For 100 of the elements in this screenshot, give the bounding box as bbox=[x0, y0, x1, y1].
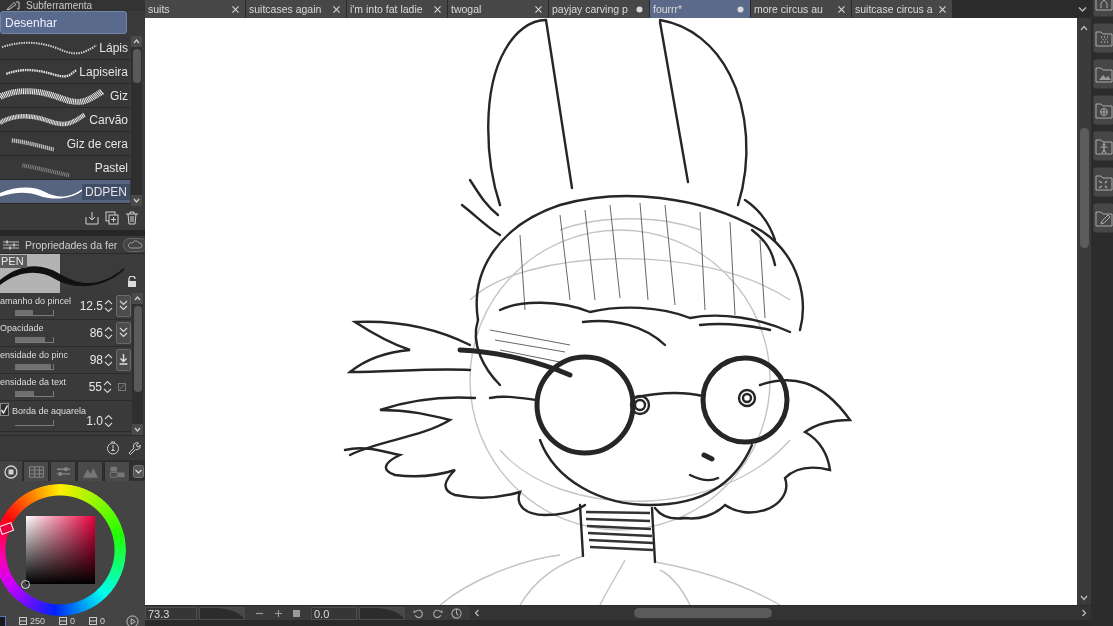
chevron-down-icon[interactable] bbox=[1079, 594, 1089, 602]
dot-icon[interactable] bbox=[636, 5, 643, 13]
color-swatch-icon[interactable] bbox=[0, 615, 6, 626]
document-tab[interactable]: i'm into fat ladie bbox=[347, 0, 448, 18]
palette-grid-icon bbox=[109, 465, 125, 478]
document-tab[interactable]: suits bbox=[145, 0, 246, 18]
property-label: Opacidade bbox=[0, 323, 45, 334]
close-icon[interactable] bbox=[434, 5, 441, 13]
zoom-field[interactable]: 73.3 bbox=[145, 606, 197, 620]
checkbox[interactable] bbox=[0, 403, 9, 416]
arrows-folder-icon[interactable] bbox=[1093, 167, 1113, 197]
download-icon[interactable] bbox=[116, 349, 131, 371]
grid-icon bbox=[28, 465, 44, 478]
color-panel-tab[interactable] bbox=[23, 461, 49, 481]
subtool-group-button[interactable]: Desenhar bbox=[0, 11, 127, 34]
chevron-up-icon[interactable] bbox=[131, 36, 142, 47]
panel-title: Subferramenta bbox=[26, 0, 93, 11]
property-label: Borda de aquarela bbox=[12, 406, 86, 417]
color-panel-tab[interactable] bbox=[0, 461, 22, 481]
wrench-icon[interactable] bbox=[127, 441, 141, 455]
scrollbar-track[interactable] bbox=[1077, 18, 1091, 605]
readout-value: 0 bbox=[70, 616, 76, 626]
close-icon[interactable] bbox=[535, 5, 542, 13]
panel-title: Propriedades da fer bbox=[25, 238, 118, 251]
play-icon[interactable] bbox=[126, 614, 139, 626]
document-tab[interactable]: fourrr* bbox=[650, 0, 751, 18]
close-icon[interactable] bbox=[333, 5, 340, 13]
rotate-right-icon[interactable] bbox=[432, 607, 443, 619]
spinner-arrows-icon[interactable] bbox=[104, 353, 113, 367]
spinner-arrows-icon[interactable] bbox=[104, 414, 113, 428]
slider-track[interactable] bbox=[15, 310, 54, 316]
dot-icon[interactable] bbox=[737, 5, 744, 13]
property-value: 55 bbox=[88, 380, 102, 394]
color-panel-tab[interactable] bbox=[104, 461, 130, 481]
property-label: amanho do pincel bbox=[0, 296, 73, 307]
close-icon[interactable] bbox=[232, 5, 239, 13]
double-chevron-icon[interactable] bbox=[116, 295, 131, 317]
brush-item[interactable]: DDPEN bbox=[0, 180, 130, 204]
globe-folder-icon[interactable] bbox=[1093, 95, 1113, 125]
double-chevron-icon[interactable] bbox=[116, 322, 131, 344]
square-icon bbox=[19, 617, 27, 625]
lock-icon[interactable] bbox=[127, 276, 137, 287]
import-icon[interactable] bbox=[85, 211, 99, 225]
property-value: 86 bbox=[89, 326, 103, 340]
chevron-left-icon[interactable] bbox=[473, 608, 481, 618]
image-folder-icon[interactable] bbox=[1093, 59, 1113, 89]
scrollbar-thumb[interactable] bbox=[1079, 128, 1089, 248]
document-tab[interactable]: suitcases again bbox=[246, 0, 347, 18]
figure-folder-icon[interactable] bbox=[1093, 131, 1113, 161]
reset-rotation-icon[interactable] bbox=[451, 607, 462, 619]
scrollbar-thumb[interactable] bbox=[634, 608, 772, 618]
scrollbar-thumb[interactable] bbox=[132, 49, 141, 83]
property-value: 12.5 bbox=[79, 299, 103, 313]
sliders-icon bbox=[55, 465, 71, 478]
document-tab[interactable]: more circus au bbox=[751, 0, 852, 18]
square-icon[interactable] bbox=[118, 383, 126, 391]
chevron-down-icon[interactable] bbox=[132, 424, 143, 435]
color-panel-tab[interactable] bbox=[50, 461, 76, 481]
spinner-arrows-icon[interactable] bbox=[103, 380, 112, 394]
trash-icon[interactable] bbox=[125, 211, 139, 225]
chevron-up-icon[interactable] bbox=[132, 293, 143, 304]
plus-icon[interactable] bbox=[274, 608, 283, 618]
rotation-field[interactable]: 0.0 bbox=[311, 606, 357, 620]
document-tab[interactable]: payjay carving p bbox=[549, 0, 650, 18]
property-value: 1.0 bbox=[86, 414, 103, 428]
duplicate-icon[interactable] bbox=[105, 211, 119, 225]
square-icon[interactable] bbox=[293, 609, 300, 617]
chevron-down-icon[interactable] bbox=[131, 195, 142, 206]
spinner-arrows-icon[interactable] bbox=[104, 326, 113, 340]
scrollbar-thumb[interactable] bbox=[133, 306, 142, 392]
square-icon bbox=[59, 617, 68, 625]
close-icon[interactable] bbox=[939, 5, 946, 13]
property-label: ensidade do pinc bbox=[0, 350, 70, 361]
readout-value: 250 bbox=[30, 616, 46, 626]
drawing-canvas[interactable] bbox=[145, 18, 1077, 605]
document-tab[interactable]: twogal bbox=[448, 0, 549, 18]
square-icon bbox=[89, 617, 98, 625]
pen-tool-icon bbox=[6, 1, 20, 10]
property-value: 98 bbox=[89, 353, 103, 367]
edit-folder-icon[interactable] bbox=[1093, 203, 1113, 233]
chevron-right-icon[interactable] bbox=[1080, 608, 1088, 618]
spinner-arrows-icon[interactable] bbox=[104, 299, 113, 313]
rotate-left-icon[interactable] bbox=[413, 607, 424, 619]
stopwatch-icon[interactable] bbox=[106, 441, 120, 455]
dropdown-caret-icon[interactable] bbox=[133, 464, 144, 478]
scrollbar-track[interactable] bbox=[131, 36, 142, 206]
property-label: ensidade da text bbox=[0, 377, 68, 388]
color-panel-tab[interactable] bbox=[77, 461, 103, 481]
brush-name-label: PEN bbox=[0, 255, 27, 268]
scrollbar-track[interactable] bbox=[132, 293, 143, 435]
document-tab[interactable]: suitcase circus a bbox=[852, 0, 953, 18]
dropdown-caret-icon[interactable] bbox=[1078, 5, 1087, 13]
color-wheel-icon bbox=[4, 464, 18, 479]
slider-track[interactable] bbox=[15, 337, 54, 343]
pattern-folder-icon[interactable] bbox=[1093, 23, 1113, 53]
slider-track[interactable] bbox=[15, 391, 54, 397]
close-icon[interactable] bbox=[838, 5, 845, 13]
chevron-up-icon[interactable] bbox=[1079, 24, 1089, 32]
cloud-icon[interactable] bbox=[123, 237, 145, 252]
color-square[interactable] bbox=[25, 516, 95, 584]
